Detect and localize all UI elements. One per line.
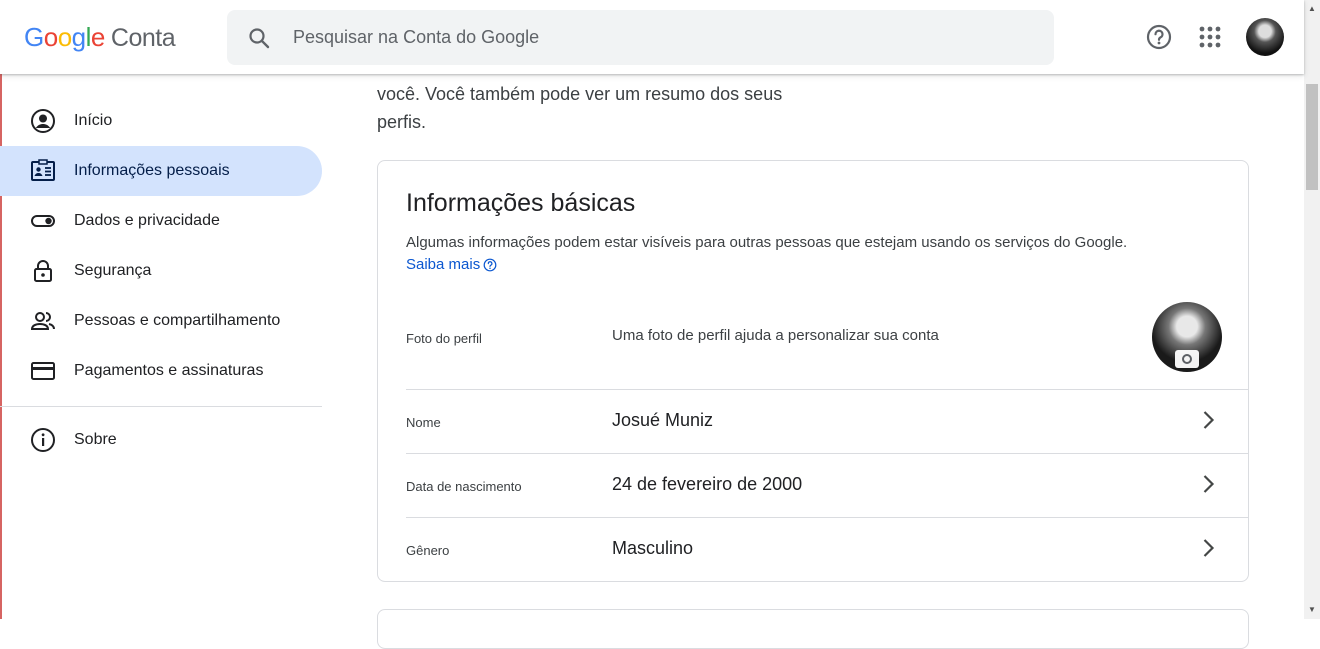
chevron-right-icon — [1203, 539, 1215, 557]
intro-line: perfis. — [377, 112, 427, 132]
page-scrollbar[interactable]: ▲ ▼ — [1304, 0, 1320, 619]
account-avatar[interactable] — [1246, 18, 1284, 56]
sidebar-item-label: Segurança — [74, 262, 152, 279]
sidebar-item-pagamentos[interactable]: Pagamentos e assinaturas — [0, 346, 322, 396]
sidebar-item-informacoes-pessoais[interactable]: Informações pessoais — [0, 146, 322, 196]
profile-photo-label: Foto do perfil — [406, 331, 482, 346]
sidebar-item-pessoas[interactable]: Pessoas e compartilhamento — [0, 296, 322, 346]
birthday-row[interactable]: Data de nascimento 24 de fevereiro de 20… — [406, 453, 1249, 517]
row-value: Masculino — [612, 538, 694, 558]
learn-more-link[interactable]: Saiba mais — [406, 254, 497, 276]
logo-letter: o — [57, 22, 72, 52]
search-bar[interactable] — [227, 10, 1054, 65]
sidebar-item-dados-privacidade[interactable]: Dados e privacidade — [0, 196, 322, 246]
page-intro: você. Você também pode ver um resumo dos… — [377, 80, 807, 136]
logo-letter: e — [90, 22, 105, 52]
gender-row[interactable]: Gênero Masculino — [406, 517, 1249, 581]
profile-photo-avatar[interactable] — [1152, 302, 1222, 372]
logo-letter: g — [71, 22, 86, 52]
chevron-right-icon — [1203, 411, 1215, 429]
row-value: Josué Muniz — [612, 410, 714, 430]
scroll-down-arrow-icon[interactable]: ▼ — [1308, 605, 1316, 614]
sidebar-item-seguranca[interactable]: Segurança — [0, 246, 322, 296]
card-description-text: Algumas informações podem estar visíveis… — [406, 234, 1128, 251]
name-row[interactable]: Nome Josué Muniz — [406, 389, 1249, 453]
logo-letter: o — [43, 22, 58, 52]
people-icon — [30, 312, 55, 330]
scrollbar-thumb[interactable] — [1306, 84, 1318, 190]
intro-line: você. Você também pode ver um resumo dos… — [377, 84, 783, 104]
row-label: Data de nascimento — [406, 479, 522, 494]
row-label: Nome — [406, 415, 441, 430]
camera-icon — [1175, 350, 1199, 368]
top-bar: Google Conta — [0, 0, 1304, 74]
sidebar-item-label: Sobre — [74, 431, 117, 448]
google-account-logo[interactable]: Google Conta — [24, 22, 176, 53]
search-input[interactable] — [293, 27, 993, 48]
help-icon[interactable] — [1145, 23, 1173, 51]
logo-letter: G — [24, 22, 44, 52]
lock-icon — [34, 260, 52, 282]
row-label: Gênero — [406, 543, 450, 558]
account-circle-icon — [31, 109, 55, 133]
sidebar-item-label: Informações pessoais — [74, 162, 230, 179]
profile-photo-description: Uma foto de perfil ajuda a personalizar … — [612, 327, 939, 344]
sidebar-item-label: Pagamentos e assinaturas — [74, 362, 264, 379]
row-value: 24 de fevereiro de 2000 — [612, 474, 803, 494]
learn-more-label: Saiba mais — [406, 256, 481, 273]
product-name: Conta — [110, 24, 176, 52]
id-card-icon — [31, 159, 55, 181]
apps-grid-icon[interactable] — [1197, 24, 1223, 50]
sidebar-item-sobre[interactable]: Sobre — [0, 415, 322, 465]
sidebar-item-inicio[interactable]: Início — [0, 96, 322, 146]
sidebar-item-label: Pessoas e compartilhamento — [74, 312, 281, 329]
search-icon[interactable] — [247, 26, 271, 50]
toggle-icon — [31, 215, 55, 227]
sidebar-item-label: Início — [74, 112, 113, 129]
scroll-up-arrow-icon[interactable]: ▲ — [1308, 4, 1316, 13]
chevron-right-icon — [1203, 475, 1215, 493]
info-icon — [31, 428, 55, 452]
next-section-card — [377, 609, 1249, 649]
credit-card-icon — [31, 362, 55, 380]
help-outline-icon — [483, 258, 497, 272]
sidebar-divider — [0, 406, 322, 407]
basic-info-card: Informações básicas Algumas informações … — [377, 160, 1249, 582]
sidebar-item-label: Dados e privacidade — [74, 212, 220, 229]
card-description: Algumas informações podem estar visíveis… — [406, 232, 1206, 276]
card-title: Informações básicas — [406, 189, 636, 217]
sidebar-nav: Início Informações pessoais Dados e priv… — [0, 74, 322, 465]
